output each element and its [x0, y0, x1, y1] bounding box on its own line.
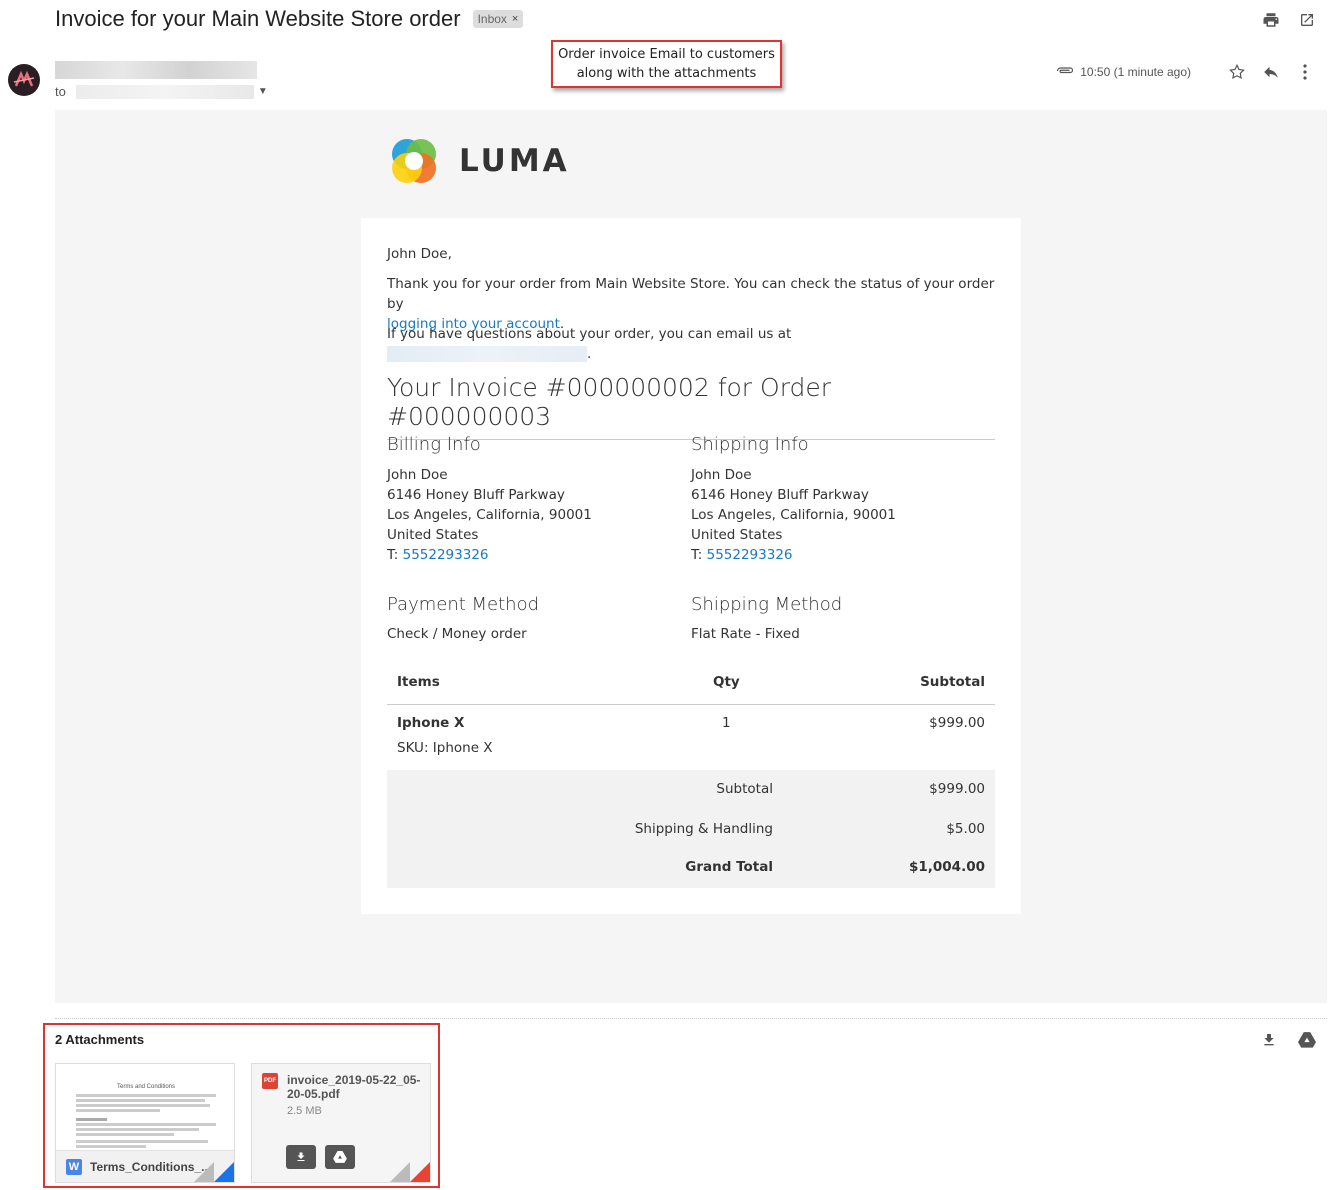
- questions-paragraph: If you have questions about your order, …: [387, 324, 995, 364]
- print-icon[interactable]: [1261, 10, 1281, 30]
- tile-fold-corner: [410, 1162, 430, 1182]
- payment-value: Check / Money order: [387, 626, 527, 642]
- tile-actions: [286, 1145, 355, 1169]
- sender-name-redacted: [55, 61, 257, 79]
- doc-preview: Terms and Conditions: [76, 1084, 216, 1150]
- payment-heading: Payment Method: [387, 594, 540, 615]
- message-meta: 10:50 (1 minute ago): [1056, 62, 1315, 82]
- billing-phone-row: T: 5552293326: [387, 545, 592, 565]
- star-icon[interactable]: [1227, 62, 1247, 82]
- shipping-country: United States: [691, 527, 783, 543]
- recipient-row: to ▼: [55, 84, 268, 99]
- billing-address: John Doe 6146 Honey Bluff Parkway Los An…: [387, 465, 592, 565]
- shipping-value: $5.00: [946, 821, 985, 837]
- attachment-clip-icon: [1056, 65, 1074, 79]
- top-actions: [1261, 10, 1317, 30]
- attachment-tile-terms[interactable]: Terms and Conditions W Terms_Conditions_…: [55, 1063, 235, 1183]
- inbox-label-text: Inbox: [477, 12, 507, 26]
- attachment-filename: Terms_Conditions_...: [90, 1159, 212, 1174]
- greeting: John Doe,: [387, 246, 452, 262]
- preview-title: Terms and Conditions: [116, 1084, 176, 1090]
- save-attachment-to-drive-button[interactable]: [325, 1145, 355, 1169]
- billing-street: 6146 Honey Bluff Parkway: [387, 487, 565, 503]
- annotation-line-2: along with the attachments: [576, 66, 757, 81]
- item-sku: SKU: Iphone X: [397, 740, 493, 756]
- more-options-icon[interactable]: [1295, 62, 1315, 82]
- pdf-icon: PDF: [262, 1073, 278, 1089]
- billing-name: John Doe: [387, 467, 448, 483]
- tile-fold-shadow: [390, 1162, 410, 1182]
- tile-fold-shadow: [194, 1162, 214, 1182]
- thanks-text: Thank you for your order from Main Websi…: [387, 276, 995, 312]
- download-icon: [297, 1152, 305, 1161]
- questions-text: If you have questions about your order, …: [387, 326, 792, 342]
- totals-block: Subtotal $999.00 Shipping & Handling $5.…: [387, 770, 995, 888]
- shipping-city: Los Angeles, California, 90001: [691, 507, 896, 523]
- shipping-address: John Doe 6146 Honey Bluff Parkway Los An…: [691, 465, 896, 565]
- download-attachment-button[interactable]: [286, 1145, 316, 1169]
- attachments-divider: [55, 1018, 1327, 1019]
- drive-icon: [333, 1151, 347, 1163]
- subtotal-value: $999.00: [929, 781, 985, 797]
- billing-city: Los Angeles, California, 90001: [387, 507, 592, 523]
- item-qty: 1: [722, 715, 731, 731]
- message-time: 10:50 (1 minute ago): [1080, 65, 1191, 79]
- annotation-line-1: Order invoice Email to customers: [558, 47, 775, 62]
- luma-logo-icon: [392, 139, 436, 183]
- shipping-phone-row: T: 5552293326: [691, 545, 896, 565]
- item-subtotal: $999.00: [929, 715, 985, 731]
- grand-total-label: Grand Total: [685, 859, 773, 875]
- shipping-method-value: Flat Rate - Fixed: [691, 626, 800, 642]
- attachment-tile-invoice[interactable]: PDF invoice_2019-05-22_05-20-05.pdf 2.5 …: [251, 1063, 431, 1183]
- table-header-divider: [387, 704, 995, 705]
- col-qty: Qty: [713, 674, 740, 690]
- luma-logo: LUMA: [387, 134, 570, 188]
- to-label: to: [55, 84, 66, 99]
- questions-period: .: [587, 346, 592, 362]
- brand-name: LUMA: [459, 143, 570, 179]
- shipping-heading: Shipping Info: [691, 434, 809, 455]
- billing-phone-link[interactable]: 5552293326: [403, 547, 489, 563]
- attachment-filename: invoice_2019-05-22_05-20-05.pdf: [287, 1073, 421, 1101]
- open-new-window-icon[interactable]: [1297, 10, 1317, 30]
- shipping-label: Shipping & Handling: [634, 821, 773, 837]
- annotation-callout: Order invoice Email to customers along w…: [551, 40, 782, 88]
- billing-country: United States: [387, 527, 479, 543]
- shipping-phone-link[interactable]: 5552293326: [707, 547, 793, 563]
- grand-total-value: $1,004.00: [908, 859, 985, 875]
- tile-fold-corner: [214, 1162, 234, 1182]
- billing-phone-prefix: T:: [387, 547, 399, 563]
- shipping-method-heading: Shipping Method: [691, 594, 843, 615]
- shipping-street: 6146 Honey Bluff Parkway: [691, 487, 869, 503]
- item-name: Iphone X: [397, 715, 465, 731]
- inbox-label-chip[interactable]: Inbox ×: [472, 10, 524, 28]
- billing-heading: Billing Info: [387, 434, 481, 455]
- email-subject: Invoice for your Main Website Store orde…: [55, 6, 461, 31]
- invoice-card: John Doe, Thank you for your order from …: [361, 218, 1021, 914]
- shipping-name: John Doe: [691, 467, 752, 483]
- reply-icon[interactable]: [1261, 62, 1281, 82]
- attachments-title: 2 Attachments: [55, 1032, 145, 1047]
- attachments-actions: [1259, 1030, 1317, 1050]
- col-subtotal: Subtotal: [920, 674, 985, 690]
- preview-lines: [76, 1094, 216, 1148]
- details-caret-icon[interactable]: ▼: [258, 86, 268, 97]
- sender-avatar[interactable]: [8, 64, 40, 96]
- save-to-drive-icon[interactable]: [1297, 1030, 1317, 1050]
- word-doc-icon: W: [66, 1158, 82, 1175]
- recipient-redacted: [75, 84, 254, 99]
- store-email-redacted[interactable]: [387, 346, 587, 362]
- subtotal-label: Subtotal: [716, 781, 773, 797]
- invoice-title: Your Invoice #000000002 for Order #00000…: [387, 373, 995, 440]
- attachment-size: 2.5 MB: [287, 1105, 322, 1117]
- shipping-phone-prefix: T:: [691, 547, 703, 563]
- col-items: Items: [397, 674, 440, 690]
- remove-label-icon[interactable]: ×: [512, 13, 518, 25]
- subject-row: Invoice for your Main Website Store orde…: [55, 6, 524, 32]
- download-all-icon[interactable]: [1259, 1030, 1279, 1050]
